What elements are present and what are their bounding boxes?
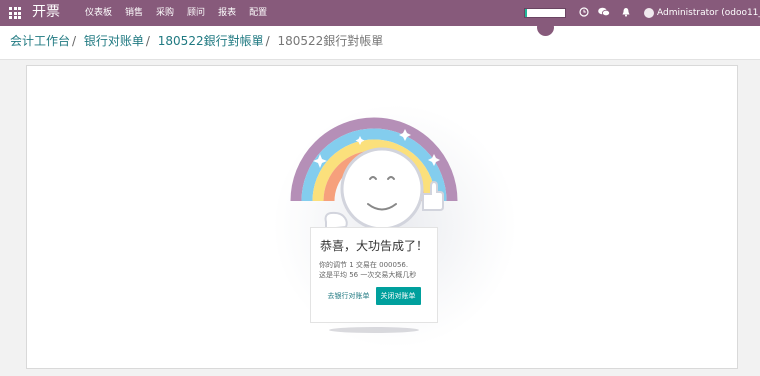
app-name[interactable]: 开票 [32,4,60,21]
menu-item-reports[interactable]: 报表 [218,7,236,19]
rainbow-mascot-illustration [290,117,458,231]
breadcrumb-item-statement[interactable]: 180522銀行對帳單 [158,34,264,48]
breadcrumb-current: 180522銀行對帳單 [277,34,384,48]
control-panel: 会计工作台 / 银行对账单/ 180522銀行對帳單/ 180522銀行對帳單 [0,26,760,60]
card-actions: 去银行对账单 关闭对账单 [311,287,437,305]
card-message-line2: 这是平均 56 一次交易大概几秒 [319,271,417,279]
card-message-line1: 你的调节 1 交易在 000056. [319,261,409,269]
progress-fill [525,9,527,17]
main-menu: 仪表板 销售 采购 顾问 报表 配置 [85,7,280,19]
apps-grid-icon[interactable] [9,7,21,19]
menu-item-sales[interactable]: 销售 [125,7,143,19]
close-statement-button[interactable]: 关闭对账单 [375,287,421,305]
notification-bell-icon[interactable] [621,7,631,17]
reconciliation-done-sheet: 恭喜，大功告成了！ 你的调节 1 交易在 000056. 这是平均 56 一次交… [26,65,738,369]
breadcrumb-separator: / [145,34,150,48]
menu-item-configuration[interactable]: 配置 [249,7,267,19]
menu-item-dashboard[interactable]: 仪表板 [85,7,112,19]
congratulations-card: 恭喜，大功告成了！ 你的调节 1 交易在 000056. 这是平均 56 一次交… [310,227,438,323]
onboarding-progress-bar[interactable] [524,8,566,18]
breadcrumb: 会计工作台 / 银行对账单/ 180522銀行對帳單/ 180522銀行對帳單 [10,34,383,49]
top-navbar: 开票 仪表板 销售 采购 顾问 报表 配置 Administrator (odo… [0,0,760,26]
breadcrumb-item-bank-statements[interactable]: 银行对账单 [84,34,144,48]
activity-clock-icon[interactable] [579,7,589,17]
breadcrumb-separator: / [72,34,77,48]
breadcrumb-item-accounting-dashboard[interactable]: 会计工作台 [10,34,70,48]
user-avatar[interactable] [644,8,654,18]
menu-item-advisor[interactable]: 顾问 [187,7,205,19]
menu-item-purchases[interactable]: 采购 [156,7,174,19]
smiley-face [340,147,424,231]
loading-indicator [537,19,554,36]
card-message: 你的调节 1 交易在 000056. 这是平均 56 一次交易大概几秒 [311,260,437,280]
go-to-bank-statement-link[interactable]: 去银行对账单 [328,291,370,301]
card-shadow [329,327,419,333]
card-title: 恭喜，大功告成了！ [319,239,428,253]
breadcrumb-separator: / [265,34,270,48]
user-menu-name[interactable]: Administrator (odoo11_... [657,7,760,19]
messages-chat-icon[interactable] [598,7,610,17]
